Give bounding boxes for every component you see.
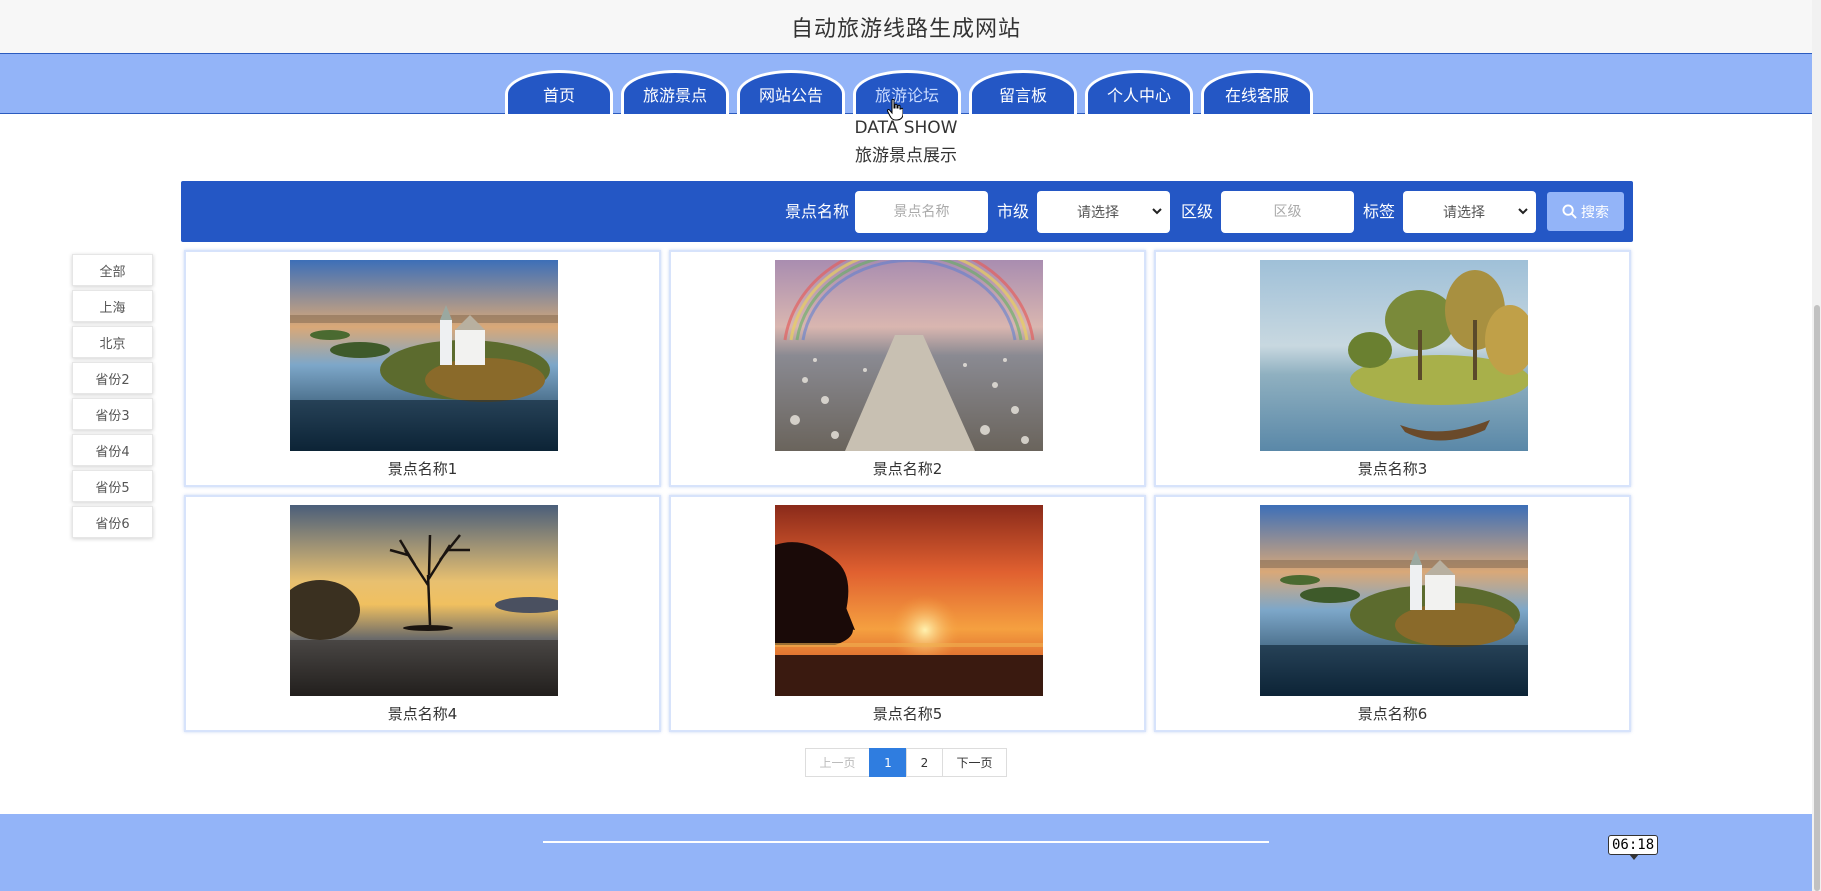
page-scrollbar[interactable] bbox=[1812, 0, 1821, 891]
attraction-name[interactable]: 景点名称4 bbox=[186, 703, 659, 724]
nav-tab-user-center[interactable]: 个人中心 bbox=[1085, 70, 1193, 114]
pagination: 上一页 1 2 下一页 bbox=[805, 748, 1007, 777]
main-nav: 首页 旅游景点 网站公告 旅游论坛 留言板 个人中心 在线客服 bbox=[0, 54, 1812, 114]
attraction-image[interactable] bbox=[1260, 260, 1528, 451]
attraction-image[interactable] bbox=[290, 505, 558, 696]
filter-shanghai[interactable]: 上海 bbox=[72, 290, 153, 322]
attraction-name[interactable]: 景点名称6 bbox=[1156, 703, 1629, 724]
attraction-card[interactable]: 景点名称1 bbox=[184, 250, 661, 487]
attraction-image[interactable] bbox=[775, 505, 1043, 696]
search-button[interactable]: 搜索 bbox=[1547, 192, 1624, 231]
district-label: 区级 bbox=[1181, 202, 1214, 221]
city-select-value: 请选择 bbox=[1077, 205, 1119, 221]
nav-tab-message-board[interactable]: 留言板 bbox=[969, 70, 1077, 114]
nav-tab-announcements[interactable]: 网站公告 bbox=[737, 70, 845, 114]
search-icon bbox=[1562, 204, 1577, 219]
site-title: 自动旅游线路生成网站 bbox=[790, 16, 1021, 42]
attraction-name[interactable]: 景点名称5 bbox=[671, 703, 1144, 724]
province-filter: 全部 上海 北京 省份2 省份3 省份4 省份5 省份6 bbox=[72, 254, 153, 542]
attraction-image[interactable] bbox=[775, 260, 1043, 451]
attraction-card[interactable]: 景点名称3 bbox=[1154, 250, 1631, 487]
search-bar: 景点名称 市级 请选择 区级 标签 请选择 搜索 bbox=[181, 181, 1633, 242]
nav-tab-support[interactable]: 在线客服 bbox=[1201, 70, 1313, 114]
site-footer bbox=[0, 814, 1812, 891]
next-page-button[interactable]: 下一页 bbox=[942, 748, 1007, 777]
page-2-button[interactable]: 2 bbox=[906, 748, 943, 777]
attraction-name[interactable]: 景点名称2 bbox=[671, 458, 1144, 479]
tag-select-value: 请选择 bbox=[1443, 205, 1485, 221]
attraction-card[interactable]: 景点名称5 bbox=[669, 495, 1146, 732]
filter-beijing[interactable]: 北京 bbox=[72, 326, 153, 358]
filter-province-4[interactable]: 省份4 bbox=[72, 434, 153, 466]
nav-tab-attractions[interactable]: 旅游景点 bbox=[621, 70, 729, 114]
footer-divider bbox=[543, 841, 1269, 843]
attraction-card[interactable]: 景点名称6 bbox=[1154, 495, 1631, 732]
attraction-card[interactable]: 景点名称4 bbox=[184, 495, 661, 732]
scrollbar-thumb[interactable] bbox=[1814, 305, 1820, 891]
attraction-card[interactable]: 景点名称2 bbox=[669, 250, 1146, 487]
district-input[interactable] bbox=[1221, 191, 1354, 233]
filter-province-5[interactable]: 省份5 bbox=[72, 470, 153, 502]
attraction-name[interactable]: 景点名称1 bbox=[186, 458, 659, 479]
nav-tab-home[interactable]: 首页 bbox=[505, 70, 613, 114]
tag-select[interactable]: 请选择 bbox=[1403, 191, 1536, 233]
nav-tabs: 首页 旅游景点 网站公告 旅游论坛 留言板 个人中心 在线客服 bbox=[505, 70, 1313, 114]
section-title-cn: 旅游景点展示 bbox=[855, 146, 957, 166]
city-select[interactable]: 请选择 bbox=[1037, 191, 1170, 233]
filter-all[interactable]: 全部 bbox=[72, 254, 153, 286]
attraction-image[interactable] bbox=[290, 260, 558, 451]
filter-province-3[interactable]: 省份3 bbox=[72, 398, 153, 430]
attraction-image[interactable] bbox=[1260, 505, 1528, 696]
filter-province-2[interactable]: 省份2 bbox=[72, 362, 153, 394]
tag-label: 标签 bbox=[1363, 202, 1396, 221]
filter-province-6[interactable]: 省份6 bbox=[72, 506, 153, 538]
name-label: 景点名称 bbox=[785, 202, 850, 221]
page: 自动旅游线路生成网站 首页 旅游景点 网站公告 旅游论坛 留言板 个人中心 在线… bbox=[0, 0, 1821, 891]
attraction-name[interactable]: 景点名称3 bbox=[1156, 458, 1629, 479]
page-1-button[interactable]: 1 bbox=[869, 748, 907, 777]
name-input[interactable] bbox=[855, 191, 988, 233]
chevron-down-icon bbox=[1152, 208, 1162, 215]
site-header: 自动旅游线路生成网站 bbox=[0, 0, 1812, 54]
video-timestamp: 06:18 bbox=[1608, 835, 1659, 860]
city-label: 市级 bbox=[997, 202, 1030, 221]
nav-tab-forum[interactable]: 旅游论坛 bbox=[853, 70, 961, 114]
search-button-label: 搜索 bbox=[1581, 204, 1609, 221]
section-title-en: DATA SHOW bbox=[854, 118, 958, 138]
chevron-down-icon bbox=[1518, 208, 1528, 215]
prev-page-button[interactable]: 上一页 bbox=[805, 748, 870, 777]
